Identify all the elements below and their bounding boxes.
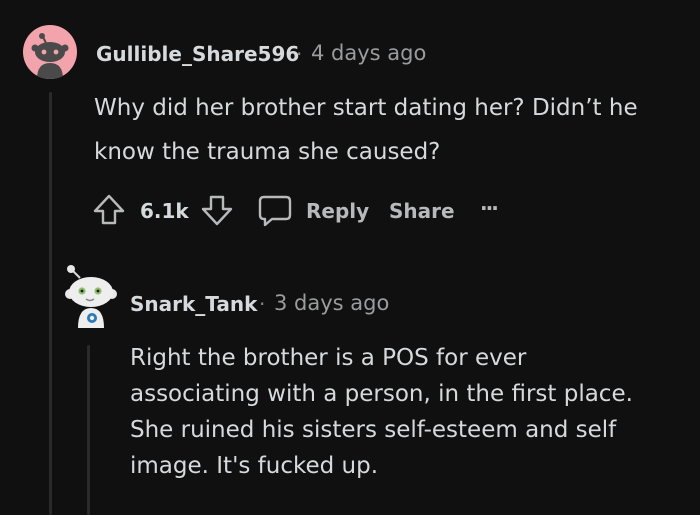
thread-line-parent[interactable] xyxy=(49,92,52,515)
comment-icon xyxy=(258,195,292,227)
comment-username[interactable]: Gullible_Share596 xyxy=(96,42,299,66)
thread-line-child[interactable] xyxy=(87,345,90,515)
comment-body: Why did her brother start dating her? Di… xyxy=(94,90,694,170)
comment-body-line: She ruined his sisters self-esteem and s… xyxy=(130,417,617,443)
meta-separator: · xyxy=(259,292,266,316)
share-button[interactable]: Share xyxy=(389,199,455,223)
avatar[interactable] xyxy=(23,25,77,79)
reply-button[interactable]: Reply xyxy=(256,193,369,229)
comment-thread: Gullible_Share596 · 4 days ago Why did h… xyxy=(0,0,700,515)
vote-score-text: 6.1k xyxy=(140,199,189,223)
snoo-avatar-icon xyxy=(65,265,117,328)
comment-body-line: Why did her brother start dating her? Di… xyxy=(94,95,638,121)
comment-body-line: image. It's fucked up. xyxy=(130,453,379,479)
comment-username[interactable]: Snark_Tank xyxy=(130,292,257,316)
meta-separator: · xyxy=(296,42,303,66)
upvote-icon xyxy=(93,194,125,225)
comment-body-line: know the trauma she caused? xyxy=(94,139,441,165)
downvote-icon xyxy=(201,195,233,226)
vote-score: 6.1k xyxy=(140,199,189,223)
downvote-button[interactable] xyxy=(200,193,234,227)
more-icon: ··· xyxy=(480,196,499,220)
share-label: Share xyxy=(389,199,455,223)
comment-timestamp[interactable]: 3 days ago xyxy=(274,291,389,315)
upvote-button[interactable] xyxy=(92,193,126,227)
snoo-avatar-icon xyxy=(31,33,69,79)
comment-body-line: Right the brother is a POS for ever xyxy=(130,345,527,371)
comment-timestamp[interactable]: 4 days ago xyxy=(311,41,426,65)
comment-body: Right the brother is a POS for ever asso… xyxy=(130,340,690,484)
comment-body-line: associating with a person, in the first … xyxy=(130,381,633,407)
more-options-button[interactable]: ··· xyxy=(480,196,499,220)
avatar[interactable] xyxy=(62,262,122,334)
reply-label: Reply xyxy=(306,199,370,223)
